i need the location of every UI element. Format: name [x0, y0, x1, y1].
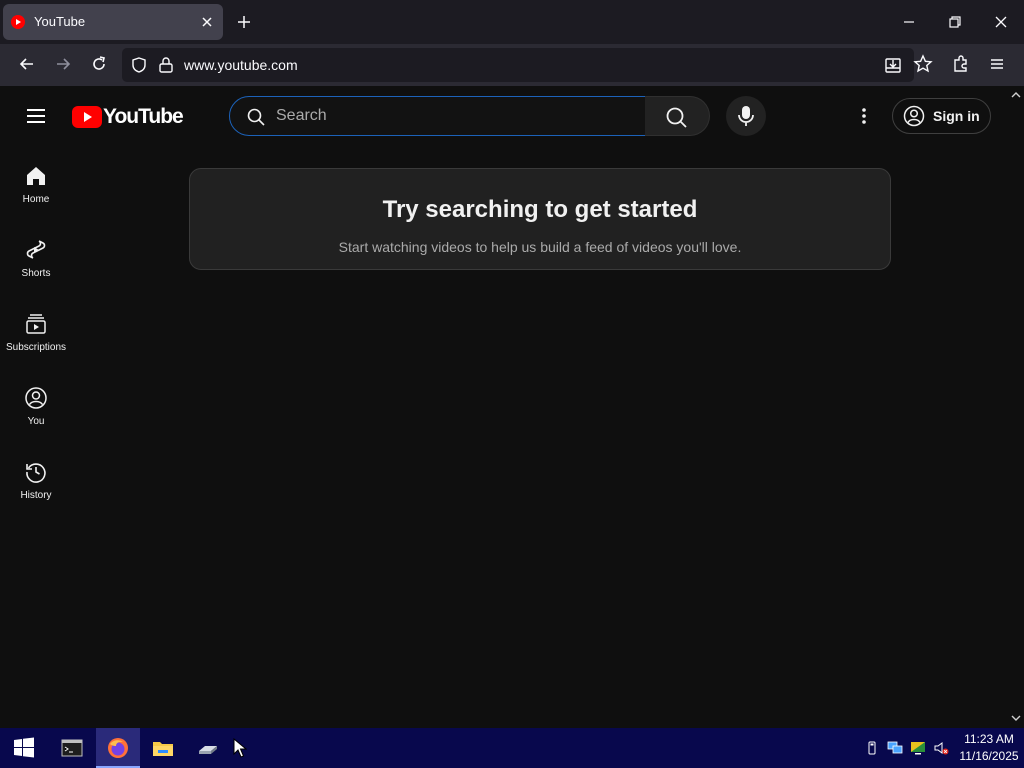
start-button[interactable]: [2, 728, 46, 768]
account-circle-icon: [903, 105, 925, 127]
sidebar-item-subscriptions[interactable]: Subscriptions: [0, 312, 72, 382]
youtube-logo[interactable]: YouTube: [72, 105, 192, 129]
sidebar-item-home[interactable]: Home: [0, 164, 72, 234]
tab-close-icon[interactable]: [199, 14, 215, 30]
usb-device-icon[interactable]: [864, 740, 880, 756]
sidebar-item-history[interactable]: History: [0, 460, 72, 530]
tab-title: YouTube: [34, 14, 86, 29]
firefox-icon: [108, 738, 128, 758]
display-icon[interactable]: [910, 740, 926, 756]
sidebar-item-shorts[interactable]: Shorts: [0, 238, 72, 308]
clock-date[interactable]: 11/16/2025: [956, 749, 1022, 763]
restore-icon[interactable]: [946, 13, 964, 31]
bookmark-star-icon[interactable]: [913, 54, 933, 74]
sidebar-item-label: Home: [22, 194, 50, 205]
settings-more-icon[interactable]: [852, 104, 876, 128]
browser-nav-bar: www.youtube.com: [0, 44, 1024, 86]
empty-feed-card: Try searching to get started Start watch…: [189, 168, 891, 270]
youtube-wordmark: YouTube: [103, 105, 184, 128]
youtube-play-logo-icon: [72, 106, 102, 128]
shorts-icon: [26, 240, 46, 259]
close-window-icon[interactable]: [992, 13, 1010, 31]
tab-youtube[interactable]: YouTube: [3, 4, 223, 40]
empty-state-subtitle: Start watching videos to help us build a…: [338, 239, 742, 255]
sidebar-item-you[interactable]: You: [0, 386, 72, 456]
file-explorer-icon: [153, 742, 173, 756]
terminal-icon: [61, 739, 83, 757]
taskbar-drive[interactable]: [186, 728, 230, 768]
search-input[interactable]: [276, 101, 636, 131]
sign-in-label: Sign in: [933, 108, 980, 124]
system-tray: [860, 728, 960, 768]
save-to-pocket-icon[interactable]: [884, 56, 902, 74]
microphone-icon: [738, 106, 754, 126]
search-button[interactable]: [645, 96, 710, 136]
guide-menu-icon[interactable]: [25, 106, 47, 126]
sidebar-item-label: You: [27, 416, 45, 427]
sidebar-item-label: Subscriptions: [5, 342, 67, 353]
url-text[interactable]: www.youtube.com: [184, 57, 298, 73]
minimize-icon[interactable]: [900, 13, 918, 31]
tracking-protection-icon[interactable]: [130, 56, 148, 74]
youtube-page: YouTube Sign in: [0, 86, 1024, 728]
extensions-icon[interactable]: [951, 54, 971, 74]
scroll-up-arrow-icon[interactable]: [1010, 89, 1022, 101]
mouse-cursor-icon: [233, 738, 247, 758]
subscriptions-icon: [26, 314, 46, 334]
reload-icon[interactable]: [89, 54, 109, 74]
url-bar[interactable]: www.youtube.com: [122, 48, 914, 82]
sidebar-item-label: Shorts: [21, 268, 51, 279]
drive-icon: [199, 746, 217, 754]
clock-time[interactable]: 11:23 AM: [958, 732, 1020, 746]
taskbar: 11:23 AM 11/16/2025: [0, 728, 1024, 768]
empty-state-title: Try searching to get started: [382, 196, 698, 223]
new-tab-icon[interactable]: [235, 13, 253, 31]
forward-icon[interactable]: [53, 54, 73, 74]
history-icon: [26, 463, 46, 483]
volume-muted-icon[interactable]: [933, 740, 949, 756]
back-icon[interactable]: [17, 54, 37, 74]
taskbar-terminal[interactable]: [50, 728, 94, 768]
network-icon[interactable]: [887, 740, 903, 756]
voice-search-button[interactable]: [726, 96, 766, 136]
start-icon: [14, 737, 34, 758]
browser-tab-strip: YouTube: [0, 0, 1024, 44]
taskbar-firefox[interactable]: [96, 728, 140, 768]
search-button-icon: [666, 107, 687, 128]
app-menu-icon[interactable]: [987, 54, 1007, 74]
search-box[interactable]: [229, 96, 646, 136]
home-icon: [27, 167, 45, 185]
you-icon: [25, 387, 47, 409]
sidebar-item-label: History: [20, 490, 52, 501]
taskbar-file-explorer[interactable]: [141, 728, 185, 768]
search-icon: [247, 108, 265, 126]
lock-icon[interactable]: [158, 56, 174, 74]
scroll-down-arrow-icon[interactable]: [1010, 712, 1022, 724]
youtube-favicon-icon: [11, 15, 25, 29]
sign-in-button[interactable]: Sign in: [892, 98, 991, 134]
